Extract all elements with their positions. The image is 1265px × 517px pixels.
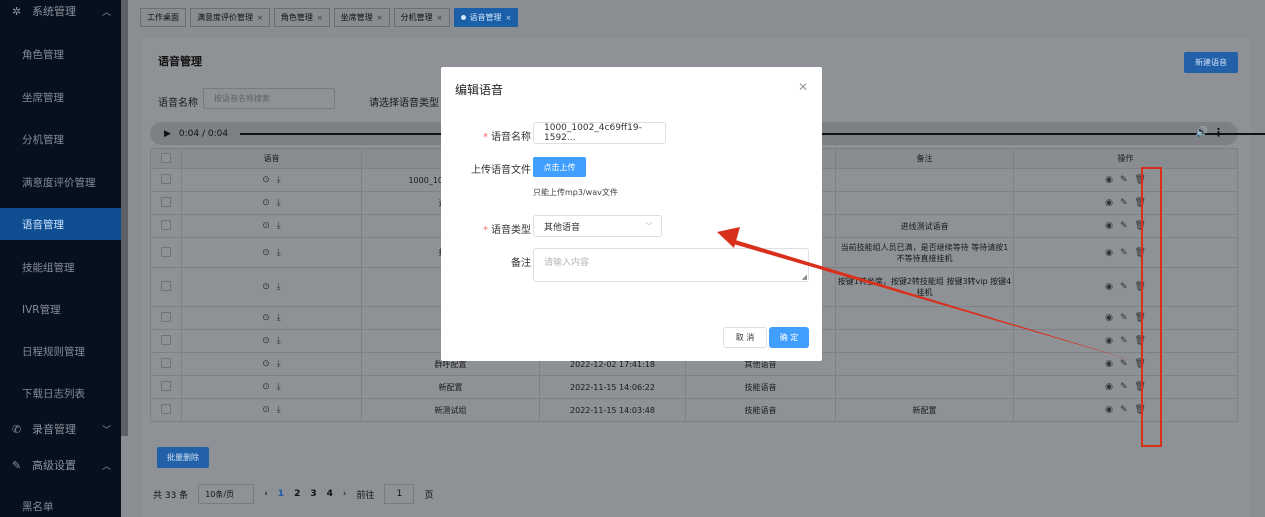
arrow-shaft <box>730 239 1138 362</box>
annotation-arrow <box>717 227 1138 362</box>
